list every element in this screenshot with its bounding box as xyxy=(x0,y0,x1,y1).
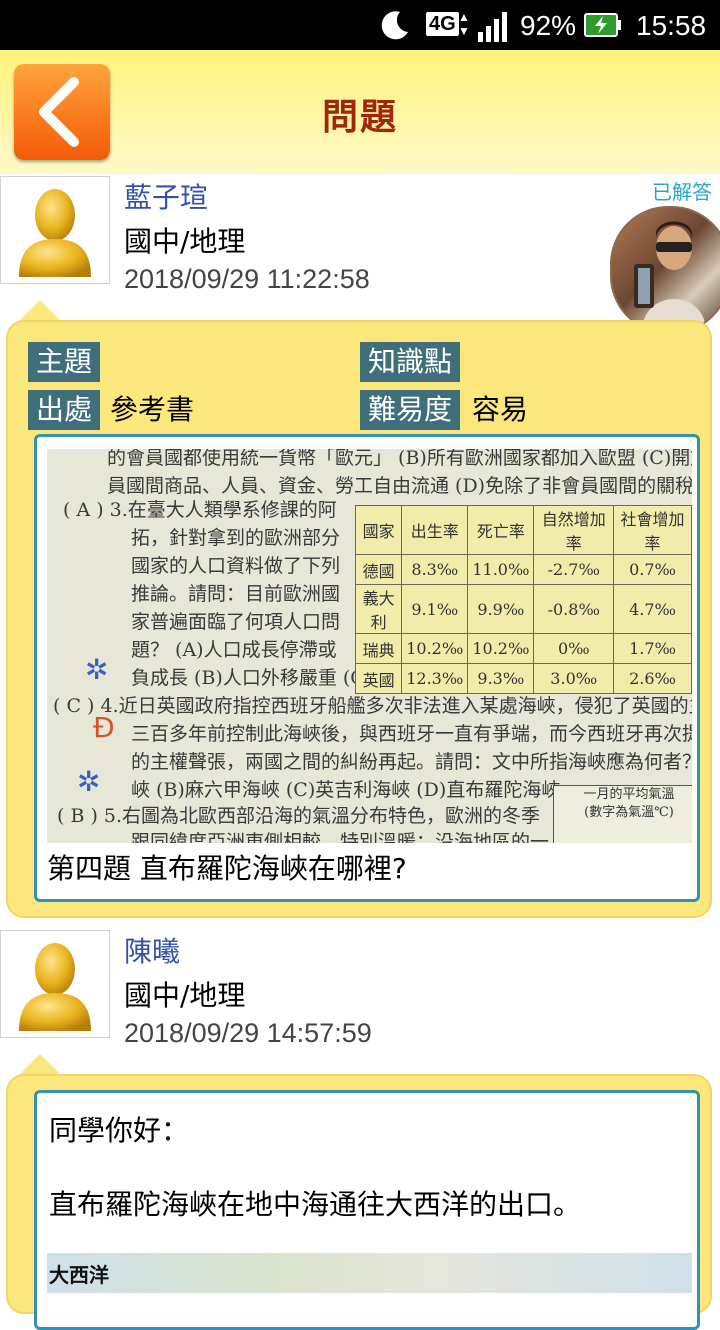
battery-percent: 92% xyxy=(520,10,577,41)
table-cell: 9.3‰ xyxy=(467,663,535,694)
answer-body: 直布羅陀海峽在地中海通往大西洋的出口。 xyxy=(49,1188,582,1221)
table-cell: 2.6‰ xyxy=(613,663,692,694)
app-header: 問題 xyxy=(0,50,720,174)
temperature-map-inset: 一月的平均氣溫 (數字為氣溫℃) xyxy=(553,785,692,843)
clock: 15:58 xyxy=(636,10,707,41)
table-header: 國家 xyxy=(354,505,403,555)
table-cell: 0‰ xyxy=(533,633,615,664)
photo-text-line: 國家的人口資料做了下列 xyxy=(131,555,341,577)
bubble-tail xyxy=(18,1054,62,1076)
photo-text-line: ( C ) 4.近日英國政府指控西班牙船艦多次非法進入某處海峽，侵犯了英國的主權… xyxy=(53,695,692,717)
photo-text-line: 拓，針對拿到的歐洲部分 xyxy=(131,527,341,549)
inset-subtitle: (數字為氣溫℃) xyxy=(584,805,674,820)
question-content: 的會員國都使用統一貨幣「歐元」 (B)所有歐洲國家都加入歐盟 (C)開放會 員國… xyxy=(34,434,700,902)
table-cell: 0.7‰ xyxy=(613,554,692,585)
answer-map-image[interactable]: 大西洋 xyxy=(47,1253,692,1293)
network-type: 4G xyxy=(426,12,459,36)
table-header: 出生率 xyxy=(401,505,469,555)
photo-text-line: 的主權聲張，兩國之間的糾紛再起。請問：文中所指海峽應為何者？ (A)對馬 xyxy=(131,751,692,773)
avatar[interactable] xyxy=(0,176,110,284)
table-cell: 11.0‰ xyxy=(467,554,535,585)
status-bar: 4G ▲ ▼ 92% 15:58 xyxy=(0,0,720,50)
table-cell: 8.3‰ xyxy=(401,554,469,585)
teacher-photo xyxy=(634,221,706,332)
subject: 國中/地理 xyxy=(124,225,246,258)
user-silhouette-icon xyxy=(19,943,91,1031)
difficulty-label: 難易度 xyxy=(360,390,461,430)
map-label: 大西洋 xyxy=(49,1263,109,1287)
photo-text-line: 員國間商品、人員、資金、勞工自由流通 (D)免除了非會員國間的關稅。 xyxy=(107,475,692,497)
user-name[interactable]: 藍子瑄 xyxy=(124,176,208,216)
answer-greeting: 同學你好： xyxy=(49,1114,190,1147)
photo-text-line: 三百多年前控制此海峽後，與西班牙一直有爭端，而今西班牙再次提出那片水 xyxy=(131,723,692,745)
battery-charging-icon xyxy=(584,13,621,37)
topic-label: 主題 xyxy=(28,342,101,382)
table-cell: 10.2‰ xyxy=(401,633,469,664)
table-cell: 瑞典 xyxy=(354,633,403,664)
question-bubble: 主題 知識點 出處 參考書 難易度 容易 的會員國都使用統一貨幣「歐元」 (B)… xyxy=(6,320,712,918)
inset-title: 一月的平均氣溫 xyxy=(583,787,675,802)
table-cell: 12.3‰ xyxy=(401,663,469,694)
photo-text-line: 推論。請問：目前歐洲國 xyxy=(131,583,341,605)
subject: 國中/地理 xyxy=(124,979,246,1012)
avatar[interactable] xyxy=(0,930,110,1038)
answer-bubble: 同學你好： 直布羅陀海峽在地中海通往大西洋的出口。 大西洋 xyxy=(6,1074,712,1330)
table-cell: 義大利 xyxy=(354,584,403,634)
photo-text-line: 家普遍面臨了何項人口問 xyxy=(131,611,341,633)
table-header: 死亡率 xyxy=(467,505,535,555)
handwritten-star-mark: ✲ xyxy=(85,653,109,686)
bubble-tail xyxy=(18,300,62,322)
table-cell: 英國 xyxy=(354,663,403,694)
moon-icon xyxy=(381,11,408,40)
difficulty-value: 容易 xyxy=(472,393,529,426)
table-cell: -0.8‰ xyxy=(533,584,615,634)
photo-text-line: 題？ (A)人口成長停滯或 xyxy=(131,639,337,661)
source-value: 參考書 xyxy=(110,393,195,426)
table-cell: 1.7‰ xyxy=(613,633,692,664)
table-cell: 4.7‰ xyxy=(613,584,692,634)
signal-icon xyxy=(478,12,507,42)
question-photo[interactable]: 的會員國都使用統一貨幣「歐元」 (B)所有歐洲國家都加入歐盟 (C)開放會 員國… xyxy=(47,449,692,843)
table-cell: 德國 xyxy=(354,554,403,585)
data-arrows-icon: ▲ ▼ xyxy=(458,10,470,38)
table-row: 瑞典 10.2‰ 10.2‰ 0‰ 1.7‰ xyxy=(354,633,692,664)
table-row: 英國 12.3‰ 9.3‰ 3.0‰ 2.6‰ xyxy=(354,663,692,694)
source-label: 出處 xyxy=(28,390,101,430)
teacher-avatar[interactable] xyxy=(610,206,720,334)
page-title: 問題 xyxy=(321,97,398,138)
table-cell: 9.1‰ xyxy=(401,584,469,634)
handwritten-star-mark: ✲ xyxy=(77,765,101,798)
post-datetime: 2018/09/29 11:22:58 xyxy=(124,264,370,294)
photo-text-line: 的會員國都使用統一貨幣「歐元」 (B)所有歐洲國家都加入歐盟 (C)開放會 xyxy=(107,449,692,469)
population-table: 國家 出生率 死亡率 自然增加率 社會增加率 德國 8.3‰ 11.0‰ -2.… xyxy=(354,505,692,694)
table-header: 社會增加率 xyxy=(613,505,692,555)
photo-text-line: ( B ) 5.右圖為北歐西部沿海的氣溫分布特色，歐洲的冬季 xyxy=(57,805,541,827)
photo-text-line: 峽 (B)麻六甲海峽 (C)英吉利海峽 (D)直布羅陀海峽。 xyxy=(131,779,580,801)
table-cell: 3.0‰ xyxy=(533,663,615,694)
table-header: 自然增加率 xyxy=(533,505,615,555)
post-datetime: 2018/09/29 14:57:59 xyxy=(124,1018,372,1048)
answer-content: 同學你好： 直布羅陀海峽在地中海通往大西洋的出口。 大西洋 xyxy=(34,1090,700,1330)
table-row: 義大利 9.1‰ 9.9‰ -0.8‰ 4.7‰ xyxy=(354,584,692,634)
knowledge-label: 知識點 xyxy=(360,342,461,382)
table-cell: 9.9‰ xyxy=(467,584,535,634)
table-cell: -2.7‰ xyxy=(533,554,615,585)
photo-text-line: 跟同緯度亞洲東側相較，特別溫暖；沿海地區的一 xyxy=(131,831,550,843)
handwritten-check-mark: Ɖ xyxy=(93,711,115,744)
table-cell: 10.2‰ xyxy=(467,633,535,664)
user-silhouette-icon xyxy=(19,189,91,277)
question-caption: 第四題 直布羅陀海峽在哪裡? xyxy=(47,852,407,885)
status-badge: 已解答 xyxy=(652,180,712,204)
user-name[interactable]: 陳曦 xyxy=(124,930,180,970)
photo-text-line: ( A ) 3.在臺大人類學系修課的阿 xyxy=(63,499,337,521)
table-row: 德國 8.3‰ 11.0‰ -2.7‰ 0.7‰ xyxy=(354,554,692,585)
